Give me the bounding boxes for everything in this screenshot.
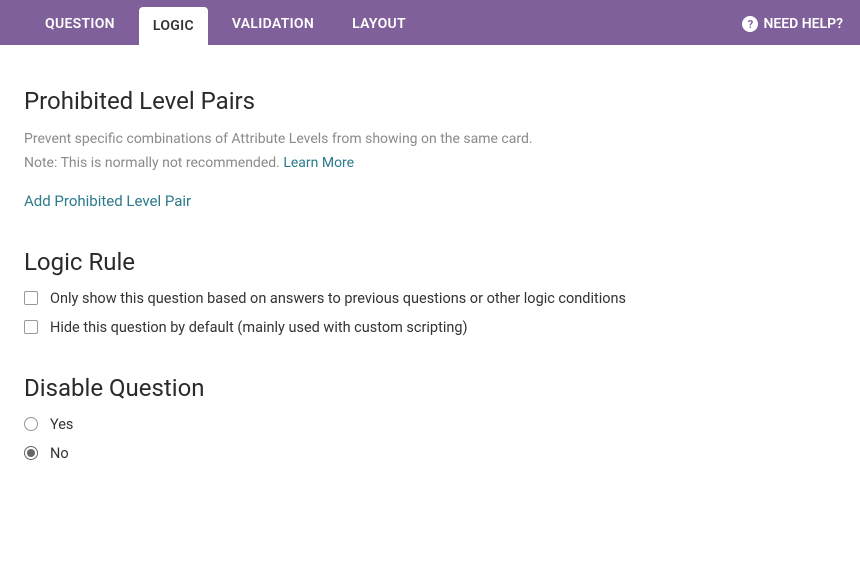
logic-rule-title: Logic Rule	[24, 248, 836, 276]
logic-check-row-1: Only show this question based on answers…	[24, 290, 836, 307]
window-frame: QUESTION LOGIC VALIDATION LAYOUT ? NEED …	[0, 0, 860, 45]
need-help-label: NEED HELP?	[763, 16, 843, 32]
disable-no-label: No	[50, 445, 69, 462]
disable-no-row: No	[24, 445, 836, 462]
logic-rule-section: Logic Rule Only show this question based…	[24, 248, 836, 336]
prohibited-desc-1: Prevent specific combinations of Attribu…	[24, 129, 836, 149]
logic-check-row-2: Hide this question by default (mainly us…	[24, 319, 836, 336]
prohibited-note-text: Note: This is normally not recommended.	[24, 155, 283, 171]
learn-more-link[interactable]: Learn More	[283, 155, 354, 171]
tab-validation[interactable]: VALIDATION	[218, 3, 328, 45]
hide-default-label: Hide this question by default (mainly us…	[50, 319, 468, 336]
prohibited-desc-2: Note: This is normally not recommended. …	[24, 153, 836, 173]
only-show-label: Only show this question based on answers…	[50, 290, 626, 307]
need-help-button[interactable]: ? NEED HELP?	[742, 3, 857, 45]
disable-yes-row: Yes	[24, 416, 836, 433]
tab-spacer	[3, 3, 31, 45]
prohibited-section: Prohibited Level Pairs Prevent specific …	[24, 87, 836, 210]
disable-yes-label: Yes	[50, 416, 73, 433]
prohibited-title: Prohibited Level Pairs	[24, 87, 836, 115]
tab-layout[interactable]: LAYOUT	[338, 3, 420, 45]
hide-default-checkbox[interactable]	[24, 320, 38, 334]
disable-yes-radio[interactable]	[24, 417, 38, 431]
tab-question[interactable]: QUESTION	[31, 3, 129, 45]
tab-logic[interactable]: LOGIC	[139, 7, 208, 45]
disable-question-section: Disable Question Yes No	[24, 374, 836, 462]
disable-question-title: Disable Question	[24, 374, 836, 402]
tab-bar: QUESTION LOGIC VALIDATION LAYOUT ? NEED …	[3, 3, 857, 45]
help-icon: ?	[742, 16, 758, 32]
disable-no-radio[interactable]	[24, 446, 38, 460]
only-show-checkbox[interactable]	[24, 291, 38, 305]
add-prohibited-pair-link[interactable]: Add Prohibited Level Pair	[24, 192, 836, 210]
content-area: Prohibited Level Pairs Prevent specific …	[0, 45, 860, 494]
